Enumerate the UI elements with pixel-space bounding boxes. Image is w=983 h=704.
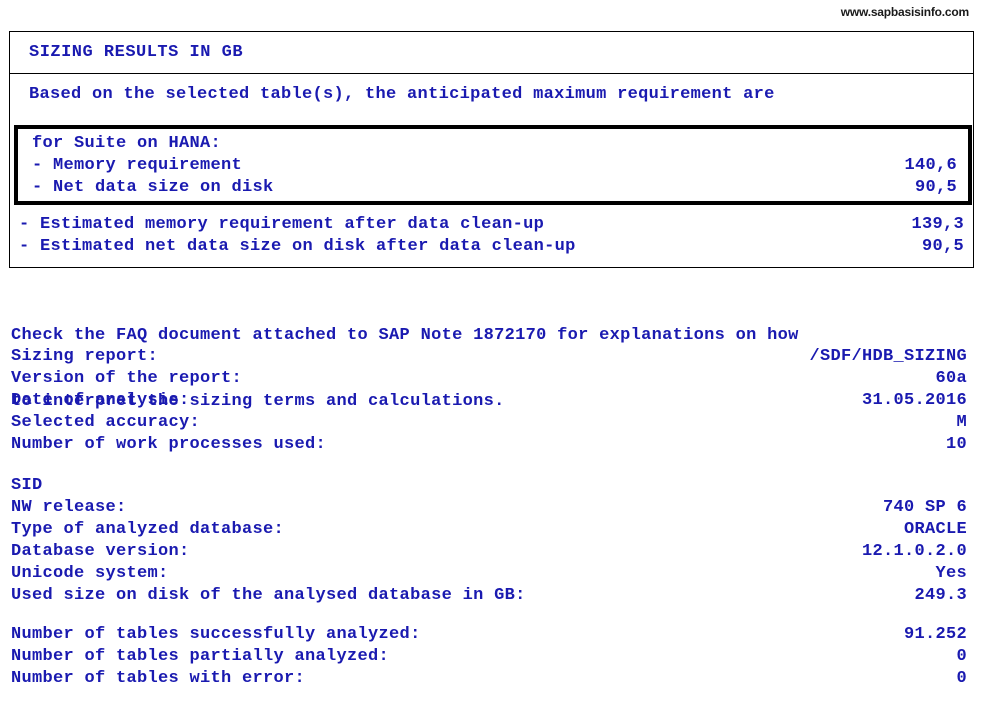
tables-error-label: Number of tables with error: [11,669,306,688]
database-version-label: Database version: [11,542,190,561]
selected-accuracy-value: M [956,413,967,432]
memory-requirement-value: 140,6 [904,156,957,175]
estimated-memory-cleanup-value: 139,3 [911,215,964,234]
suite-on-hana-heading-row: for Suite on HANA: [32,133,957,155]
tables-successful-value: 91.252 [903,625,967,644]
tables-partial-value: 0 [956,647,967,666]
sizing-report-value: /SDF/HDB_SIZING [809,347,967,366]
suite-on-hana-heading: for Suite on HANA: [32,134,222,153]
database-type-label: Type of analyzed database: [11,520,285,539]
sizing-report-label: Sizing report: [11,347,159,366]
database-version-row: Database version: 12.1.0.2.0 [11,541,967,563]
estimated-memory-cleanup-row: - Estimated memory requirement after dat… [19,214,964,236]
estimated-net-data-cleanup-value: 90,5 [921,237,964,256]
report-version-row: Version of the report: 60a [11,368,967,390]
sizing-results-title-row: SIZING RESULTS IN GB [10,32,973,74]
table-counts-block: Number of tables successfully analyzed: … [11,624,967,690]
analysis-date-value: 31.05.2016 [861,391,967,410]
suite-on-hana-content: for Suite on HANA: - Memory requirement … [18,129,968,199]
report-version-value: 60a [935,369,967,388]
used-size-on-disk-label: Used size on disk of the analysed databa… [11,586,526,605]
unicode-system-label: Unicode system: [11,564,169,583]
nw-release-value: 740 SP 6 [882,498,967,517]
used-size-on-disk-value: 249.3 [914,586,967,605]
nw-release-row: NW release: 740 SP 6 [11,497,967,519]
selected-accuracy-label: Selected accuracy: [11,413,201,432]
memory-requirement-row: - Memory requirement 140,6 [32,155,957,177]
faq-note-line-1: Check the FAQ document attached to SAP N… [11,326,799,345]
tables-successful-label: Number of tables successfully analyzed: [11,625,421,644]
database-version-value: 12.1.0.2.0 [861,542,967,561]
sid-heading-row: SID [11,475,967,497]
net-data-size-label: - Net data size on disk [32,178,274,197]
unicode-system-value: Yes [935,564,967,583]
net-data-size-row: - Net data size on disk 90,5 [32,177,957,199]
sizing-results-box: SIZING RESULTS IN GB Based on the select… [9,31,974,268]
tables-partial-row: Number of tables partially analyzed: 0 [11,646,967,668]
database-type-row: Type of analyzed database: ORACLE [11,519,967,541]
estimated-memory-cleanup-label: - Estimated memory requirement after dat… [19,215,545,234]
tables-partial-label: Number of tables partially analyzed: [11,647,390,666]
work-processes-row: Number of work processes used: 10 [11,434,967,456]
work-processes-label: Number of work processes used: [11,435,327,454]
used-size-on-disk-row: Used size on disk of the analysed databa… [11,585,967,607]
memory-requirement-label: - Memory requirement [32,156,243,175]
net-data-size-value: 90,5 [914,178,957,197]
tables-successful-row: Number of tables successfully analyzed: … [11,624,967,646]
selected-accuracy-row: Selected accuracy: M [11,412,967,434]
tables-error-value: 0 [956,669,967,688]
suite-on-hana-highlight-box: for Suite on HANA: - Memory requirement … [14,125,972,205]
sid-heading: SID [11,476,43,495]
sizing-results-intro: Based on the selected table(s), the anti… [29,85,775,104]
tables-error-row: Number of tables with error: 0 [11,668,967,690]
estimated-net-data-cleanup-row: - Estimated net data size on disk after … [19,236,964,258]
sizing-results-title: SIZING RESULTS IN GB [29,43,244,62]
nw-release-label: NW release: [11,498,127,517]
cleanup-estimates: - Estimated memory requirement after dat… [19,214,964,258]
database-type-value: ORACLE [903,520,967,539]
analysis-date-row: Date of analysis: 31.05.2016 [11,390,967,412]
system-info-block: SID NW release: 740 SP 6 Type of analyze… [11,475,967,607]
analysis-date-label: Date of analysis: [11,391,190,410]
estimated-net-data-cleanup-label: - Estimated net data size on disk after … [19,237,576,256]
unicode-system-row: Unicode system: Yes [11,563,967,585]
report-metadata-block: Sizing report: /SDF/HDB_SIZING Version o… [11,346,967,456]
report-version-label: Version of the report: [11,369,243,388]
sizing-report-row: Sizing report: /SDF/HDB_SIZING [11,346,967,368]
work-processes-value: 10 [945,435,967,454]
site-watermark: www.sapbasisinfo.com [840,5,969,19]
